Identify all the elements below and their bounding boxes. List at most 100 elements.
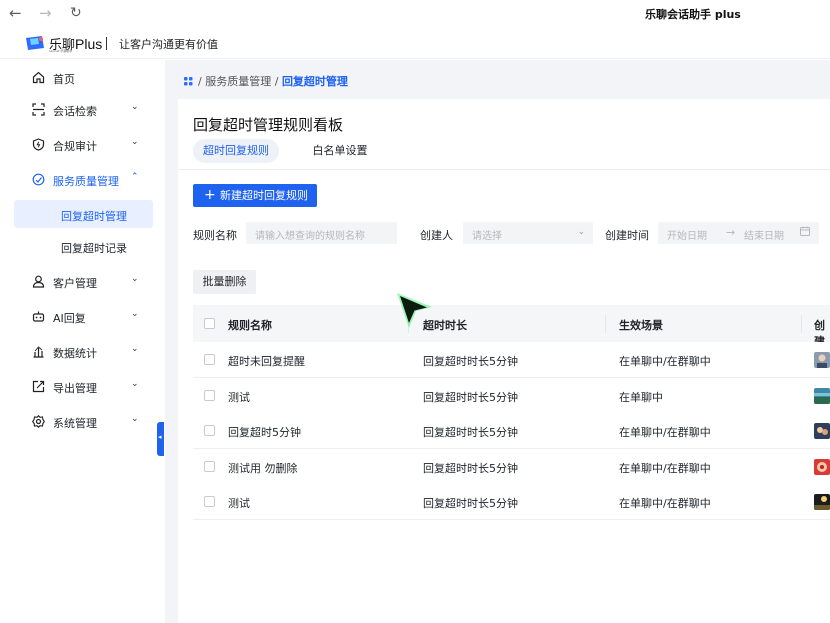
table-row[interactable]: 测试 回复超时时长5分钟 在单聊中: [193, 378, 830, 414]
cell-scene: 在单聊中/在群聊中: [619, 462, 711, 475]
chart-icon: [32, 345, 45, 358]
sidebar-item-service-quality[interactable]: 服务质量管理 ⌃: [0, 164, 165, 194]
sidebar-item-label: 数据统计: [53, 347, 97, 360]
avatar: [814, 494, 830, 510]
sidebar-item-session-search[interactable]: 会话检索 ⌄: [0, 94, 165, 124]
column-divider: [605, 315, 606, 333]
rule-name-placeholder: 请输入想查询的规则名称: [255, 231, 365, 242]
filter-rule-name-label: 规则名称: [193, 229, 237, 242]
avatar: [814, 459, 830, 475]
back-arrow-icon[interactable]: ←: [9, 4, 22, 22]
breadcrumb: / 服务质量管理 / 回复超时管理: [184, 73, 348, 89]
users-icon: [32, 275, 45, 288]
column-header-scene: 生效场景: [619, 319, 663, 332]
end-date-placeholder[interactable]: 结束日期: [744, 227, 784, 242]
cell-duration: 回复超时时长5分钟: [423, 426, 518, 439]
forward-arrow-icon[interactable]: →: [39, 4, 52, 22]
quality-icon: [32, 173, 45, 186]
batch-delete-button[interactable]: 批量删除: [193, 270, 256, 294]
cell-scene: 在单聊中/在群聊中: [619, 426, 711, 439]
cell-rule-name: 超时未回复提醒: [228, 355, 305, 368]
chevron-up-icon: ⌃: [131, 172, 139, 182]
rule-name-search-input[interactable]: 请输入想查询的规则名称: [246, 222, 397, 244]
chevron-left-icon: ◂: [158, 433, 162, 441]
date-range-picker[interactable]: 开始日期 → 结束日期: [658, 222, 819, 244]
filter-created-time-label: 创建时间: [605, 229, 649, 242]
tab-timeout-rules[interactable]: 超时回复规则: [193, 139, 279, 163]
row-checkbox[interactable]: [204, 390, 215, 401]
home-icon: [32, 71, 45, 84]
table-row[interactable]: 测试 回复超时时长5分钟 在单聊中/在群聊中: [193, 484, 830, 520]
plus-icon: +: [204, 187, 216, 203]
sidebar-item-label: 导出管理: [53, 382, 97, 395]
chevron-down-icon: ⌄: [131, 344, 139, 354]
chevron-down-icon: ⌄: [577, 227, 585, 237]
chevron-down-icon: ⌄: [131, 379, 139, 389]
chevron-down-icon: ⌄: [131, 414, 139, 424]
sidebar-item-statistics[interactable]: 数据统计 ⌄: [0, 336, 165, 366]
sidebar: 首页 会话检索 ⌄ 合规审计 ⌄ 服务质量管理 ⌃ 回复超时管理 回复超时记录 …: [0, 60, 165, 623]
export-icon: [32, 380, 45, 393]
mouse-cursor-icon: [394, 290, 436, 332]
cell-scene: 在单聊中/在群聊中: [619, 355, 711, 368]
table-row[interactable]: 回复超时5分钟 回复超时时长5分钟 在单聊中/在群聊中: [193, 413, 830, 449]
column-header-rule-name: 规则名称: [228, 319, 272, 332]
window-titlebar: ← → ↻ 乐聊会话助手 plus: [0, 0, 830, 28]
brand-bar: 乐聊Plus LeChat 乐聊助手 让客户沟通更有价值: [0, 28, 830, 59]
select-all-checkbox[interactable]: [204, 318, 215, 329]
row-checkbox[interactable]: [204, 425, 215, 436]
breadcrumb-item[interactable]: 服务质量管理: [205, 75, 271, 88]
sidebar-item-label: 系统管理: [53, 417, 97, 430]
new-rule-button[interactable]: + 新建超时回复规则: [193, 184, 317, 207]
sidebar-item-ai-reply[interactable]: AI回复 ⌄: [0, 301, 165, 331]
tab-whitelist[interactable]: 白名单设置: [300, 139, 380, 163]
arrow-right-icon: →: [726, 226, 736, 239]
row-checkbox[interactable]: [204, 354, 215, 365]
chevron-down-icon: ⌄: [131, 137, 139, 147]
sidebar-item-home[interactable]: 首页: [0, 62, 165, 92]
sidebar-subitem-label: 回复超时记录: [61, 242, 127, 255]
sidebar-item-export[interactable]: 导出管理 ⌄: [0, 371, 165, 401]
reload-icon[interactable]: ↻: [70, 4, 82, 22]
page-title: 回复超时管理规则看板: [193, 116, 344, 134]
sidebar-subitem-timeout-management[interactable]: 回复超时管理: [14, 200, 153, 228]
table-header: 规则名称 超时时长 生效场景 创建: [193, 305, 830, 348]
sidebar-item-customers[interactable]: 客户管理 ⌄: [0, 266, 165, 296]
brand-slogan: 让客户沟通更有价值: [119, 38, 218, 51]
scan-icon: [32, 103, 45, 116]
sidebar-subitem-label: 回复超时管理: [61, 210, 127, 223]
avatar: [814, 352, 830, 368]
creator-select[interactable]: 请选择 ⌄: [463, 222, 593, 244]
sidebar-item-label: 首页: [53, 73, 75, 86]
logo-tagline: LeChat 乐聊助手: [49, 49, 73, 53]
logo-icon: [24, 35, 46, 51]
breadcrumb-separator: /: [274, 75, 279, 88]
sidebar-item-system[interactable]: 系统管理 ⌄: [0, 406, 165, 436]
sidebar-item-label: 服务质量管理: [53, 175, 119, 188]
filter-creator-label: 创建人: [420, 229, 453, 242]
sidebar-collapse-button[interactable]: ◂: [157, 422, 164, 456]
cell-duration: 回复超时时长5分钟: [423, 355, 518, 368]
row-checkbox[interactable]: [204, 461, 215, 472]
cell-duration: 回复超时时长5分钟: [423, 497, 518, 510]
shield-icon: [32, 138, 45, 151]
breadcrumb-separator: /: [198, 75, 202, 88]
tab-divider: [178, 169, 830, 170]
sidebar-item-label: 合规审计: [53, 140, 97, 153]
logo-name-suffix: Plus: [75, 36, 103, 52]
sidebar-item-label: 会话检索: [53, 105, 97, 118]
sidebar-item-compliance[interactable]: 合规审计 ⌄: [0, 129, 165, 159]
start-date-placeholder[interactable]: 开始日期: [667, 227, 707, 242]
sidebar-subitem-timeout-records[interactable]: 回复超时记录: [14, 232, 153, 260]
cell-rule-name: 测试用 勿删除: [228, 462, 298, 475]
app-title-text: 乐聊会话助手 plus: [645, 8, 741, 21]
calendar-icon: [800, 226, 810, 236]
sidebar-item-label: 客户管理: [53, 277, 97, 290]
new-rule-button-label: 新建超时回复规则: [220, 189, 308, 202]
row-checkbox[interactable]: [204, 496, 215, 507]
table-row[interactable]: 超时未回复提醒 回复超时时长5分钟 在单聊中/在群聊中: [193, 342, 830, 378]
creator-placeholder: 请选择: [472, 231, 502, 242]
chevron-down-icon: ⌄: [131, 102, 139, 112]
grid-icon: [184, 76, 193, 86]
table-row[interactable]: 测试用 勿删除 回复超时时长5分钟 在单聊中/在群聊中: [193, 449, 830, 485]
